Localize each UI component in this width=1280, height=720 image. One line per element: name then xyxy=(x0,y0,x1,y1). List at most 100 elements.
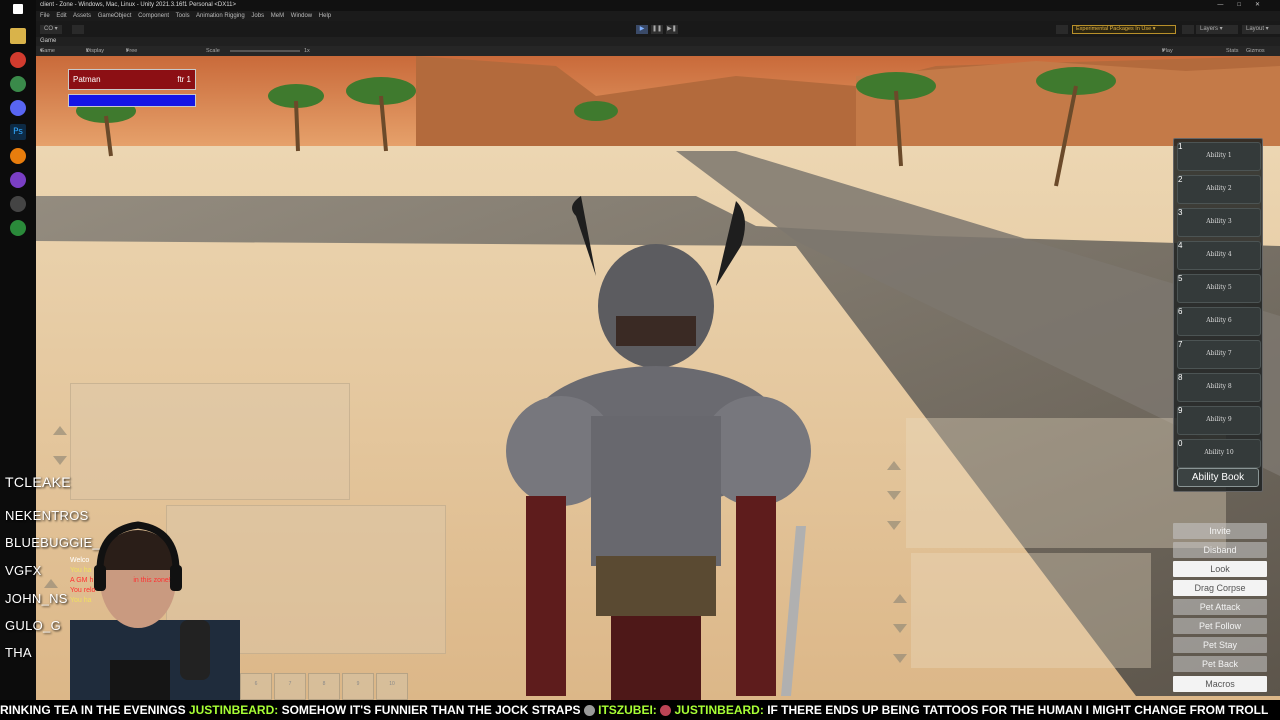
layers-dropdown[interactable]: Layers ▾ xyxy=(1196,25,1238,34)
file-explorer-icon[interactable] xyxy=(10,28,26,44)
ability-slot-1[interactable]: 1 Ability 1 xyxy=(1177,142,1261,171)
blender-icon[interactable] xyxy=(10,148,26,164)
menu-bar: File Edit Assets GameObject Component To… xyxy=(36,11,1280,21)
ability-slot-7[interactable]: 7 Ability 7 xyxy=(1177,340,1261,369)
menu-edit[interactable]: Edit xyxy=(56,13,66,19)
panel-scroll-down-icon[interactable] xyxy=(53,456,67,465)
photoshop-icon[interactable]: Ps xyxy=(10,124,26,140)
tab-game[interactable]: Game xyxy=(40,38,56,44)
viewer-name: THA xyxy=(5,645,32,660)
menu-window[interactable]: Window xyxy=(291,13,312,19)
invite-button[interactable]: Invite xyxy=(1173,523,1267,539)
pet-follow-button[interactable]: Pet Follow xyxy=(1173,618,1267,634)
ability-label: Ability 5 xyxy=(1206,284,1232,291)
window-controls[interactable]: —□✕ xyxy=(1217,0,1274,11)
chat-line: A GM h in this zone! xyxy=(70,577,171,584)
log-scroll-end-icon[interactable] xyxy=(893,654,907,663)
chrome-icon[interactable] xyxy=(10,52,26,68)
discord-icon[interactable] xyxy=(10,100,26,116)
chrome-alt-icon[interactable] xyxy=(10,76,26,92)
play-focused-dropdown[interactable]: Play Focused ▾ xyxy=(1162,46,1183,64)
menu-gameobject[interactable]: GameObject xyxy=(98,13,132,19)
menu-assets[interactable]: Assets xyxy=(73,13,91,19)
menu-tools[interactable]: Tools xyxy=(176,13,190,19)
view-dropdown[interactable]: Game ▾ xyxy=(40,46,55,56)
player-level: ftr 1 xyxy=(177,75,191,84)
ability-slot-6[interactable]: 6 Ability 6 xyxy=(1177,307,1261,336)
app-icon[interactable] xyxy=(10,220,26,236)
ability-slot-9[interactable]: 9 Ability 9 xyxy=(1177,406,1261,435)
ability-book-button[interactable]: Ability Book xyxy=(1177,468,1259,487)
info-scroll-end-icon[interactable] xyxy=(887,521,901,530)
play-button[interactable]: ▶ xyxy=(636,25,648,34)
scale-slider[interactable] xyxy=(230,50,300,52)
ability-label: Ability 4 xyxy=(1206,251,1232,258)
maximize-icon[interactable]: □ xyxy=(1237,2,1255,8)
viewer-name: GULO_G xyxy=(5,618,61,633)
menu-help[interactable]: Help xyxy=(319,13,331,19)
history-icon[interactable] xyxy=(1056,25,1068,34)
hotbar: 6 7 8 9 10 xyxy=(240,668,408,700)
chat-line: You ha xyxy=(70,597,92,604)
ability-label: Ability 3 xyxy=(1206,218,1232,225)
window-title: client - Zone - Windows, Mac, Linux - Un… xyxy=(40,2,236,8)
chat-line: You ha xyxy=(70,567,92,574)
panel-scroll-up-icon[interactable] xyxy=(53,426,67,435)
ticker-message: RINKING TEA IN THE EVENINGS xyxy=(0,703,189,717)
log-scroll-up-icon[interactable] xyxy=(893,594,907,603)
hotbar-slot[interactable]: 7 xyxy=(274,673,306,700)
step-button[interactable]: ▶❚ xyxy=(666,25,678,34)
hotbar-slot[interactable]: 8 xyxy=(308,673,340,700)
menu-file[interactable]: File xyxy=(40,13,50,19)
hotbar-slot[interactable]: 9 xyxy=(342,673,374,700)
info-scroll-up-icon[interactable] xyxy=(887,461,901,470)
ticker-username: ITSZUBEI: xyxy=(598,703,657,717)
menu-component[interactable]: Component xyxy=(138,13,169,19)
pause-button[interactable]: ❚❚ xyxy=(651,25,663,34)
close-icon[interactable]: ✕ xyxy=(1255,2,1274,8)
unity-icon[interactable] xyxy=(10,196,26,212)
display-dropdown[interactable]: Display 1 ▾ xyxy=(86,46,104,64)
ability-hotkey: 5 xyxy=(1178,274,1183,283)
experimental-packages-dropdown[interactable]: Experimental Packages In Use ▾ xyxy=(1072,25,1176,34)
chat-scroll-up-icon[interactable] xyxy=(44,579,58,588)
pet-back-button[interactable]: Pet Back xyxy=(1173,656,1267,672)
ability-label: Ability 7 xyxy=(1206,350,1232,357)
info-scroll-down-icon[interactable] xyxy=(887,491,901,500)
log-panel xyxy=(911,553,1151,668)
disband-button[interactable]: Disband xyxy=(1173,542,1267,558)
window-titlebar: client - Zone - Windows, Mac, Linux - Un… xyxy=(36,0,1280,11)
minimize-icon[interactable]: — xyxy=(1217,2,1237,8)
account-dropdown[interactable]: CO ▾ xyxy=(40,25,62,34)
layout-dropdown[interactable]: Layout ▾ xyxy=(1242,25,1280,34)
search-icon[interactable] xyxy=(1182,25,1194,34)
viewer-name: VGFX xyxy=(5,563,42,578)
pet-attack-button[interactable]: Pet Attack xyxy=(1173,599,1267,615)
ability-hotkey: 3 xyxy=(1178,208,1183,217)
cloud-icon[interactable] xyxy=(72,25,84,34)
hotbar-slot[interactable]: 10 xyxy=(376,673,408,700)
aspect-dropdown[interactable]: Free Aspect ▾ xyxy=(126,46,143,64)
stats-toggle[interactable]: Stats xyxy=(1226,46,1239,56)
obs-icon[interactable] xyxy=(10,172,26,188)
ability-hotkey: 0 xyxy=(1178,439,1183,448)
windows-start-icon[interactable] xyxy=(13,4,23,14)
ability-slot-10[interactable]: 0 Ability 10 xyxy=(1177,439,1261,468)
editor-toolbar: CO ▾ ▶ ❚❚ ▶❚ Experimental Packages In Us… xyxy=(36,21,1280,37)
ability-label: Ability 1 xyxy=(1206,152,1232,159)
drag-corpse-button[interactable]: Drag Corpse xyxy=(1173,580,1267,596)
hotbar-slot[interactable]: 6 xyxy=(240,673,272,700)
look-button[interactable]: Look xyxy=(1173,561,1267,577)
menu-animation-rigging[interactable]: Animation Rigging xyxy=(196,13,245,19)
log-scroll-down-icon[interactable] xyxy=(893,624,907,633)
macros-button[interactable]: Macros xyxy=(1173,676,1267,692)
ability-slot-8[interactable]: 8 Ability 8 xyxy=(1177,373,1261,402)
ability-slot-4[interactable]: 4 Ability 4 xyxy=(1177,241,1261,270)
ability-slot-5[interactable]: 5 Ability 5 xyxy=(1177,274,1261,303)
menu-mem[interactable]: MeM xyxy=(271,13,284,19)
ability-slot-3[interactable]: 3 Ability 3 xyxy=(1177,208,1261,237)
ability-slot-2[interactable]: 2 Ability 2 xyxy=(1177,175,1261,204)
gizmos-toggle[interactable]: Gizmos xyxy=(1246,46,1265,56)
pet-stay-button[interactable]: Pet Stay xyxy=(1173,637,1267,653)
menu-jobs[interactable]: Jobs xyxy=(251,13,264,19)
